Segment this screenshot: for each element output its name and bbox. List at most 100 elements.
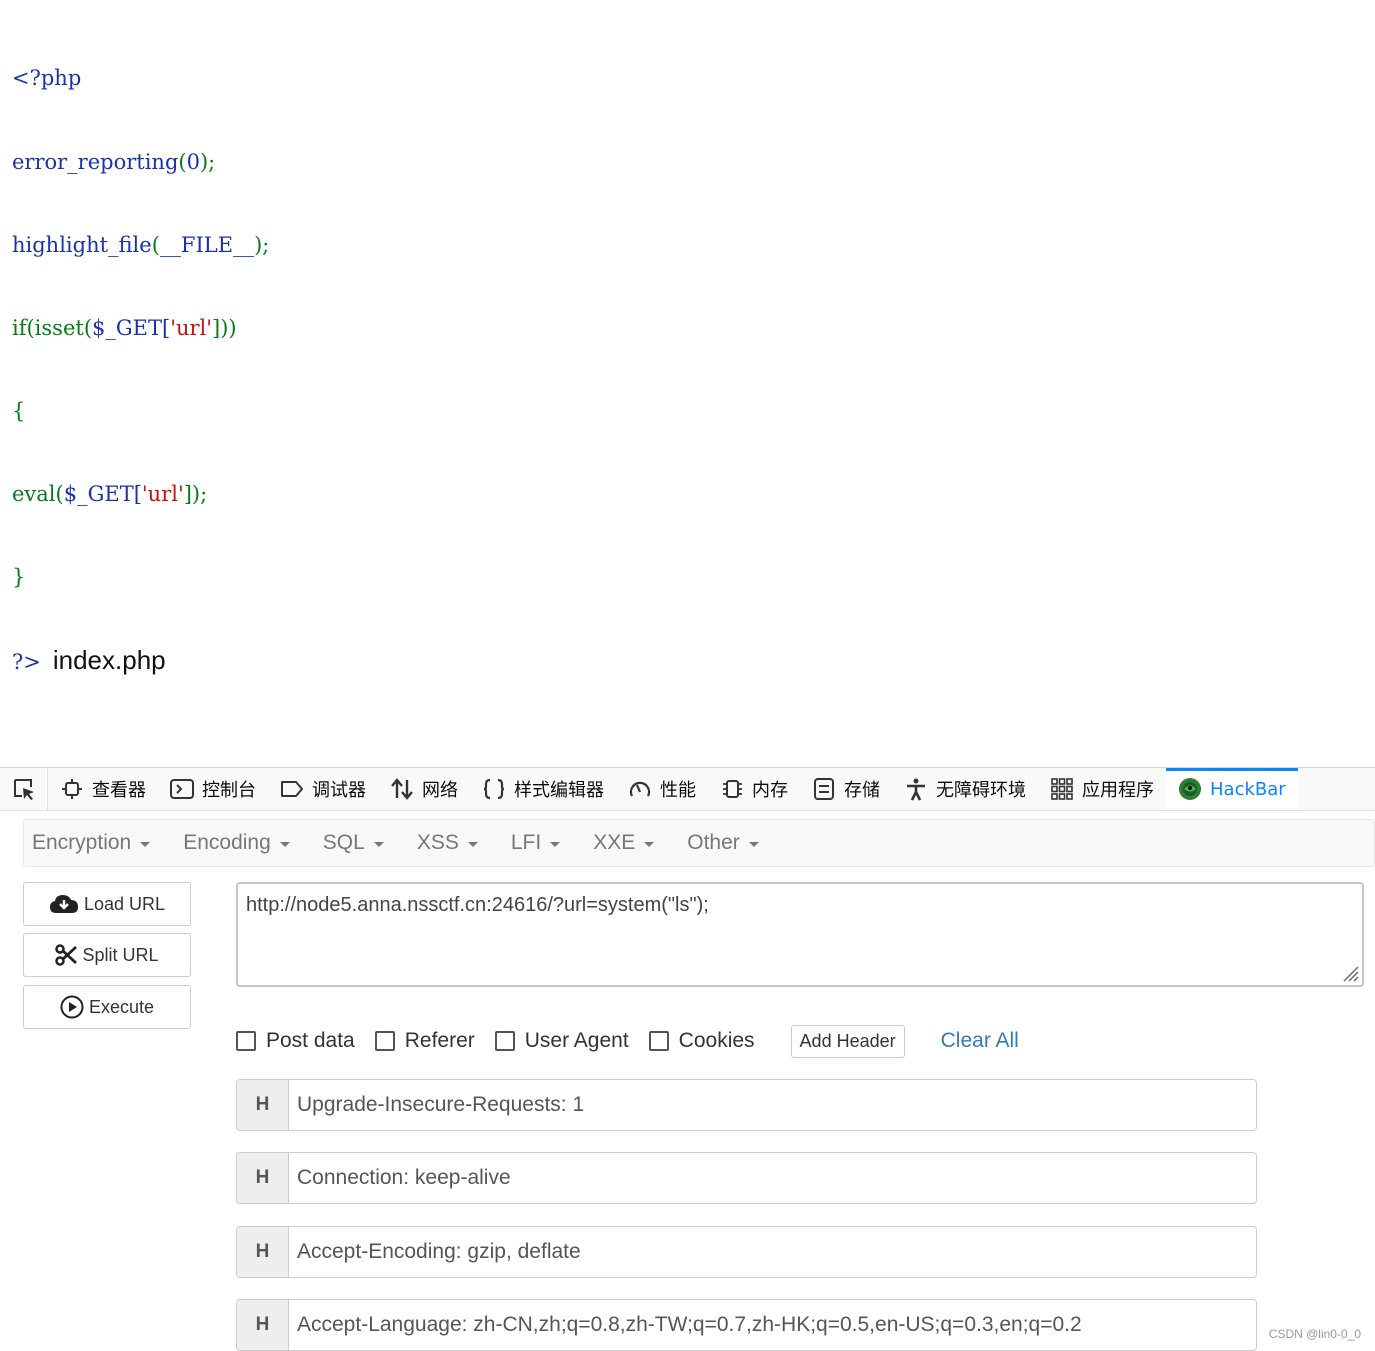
tab-application[interactable]: 应用程序: [1038, 768, 1166, 810]
tab-console[interactable]: 控制台: [158, 768, 268, 810]
tab-hackbar[interactable]: HackBar: [1166, 768, 1298, 810]
code-token: $_GET[: [92, 316, 170, 340]
menu-lfi[interactable]: LFI: [503, 831, 568, 855]
code-token: 0: [187, 150, 200, 174]
header-input[interactable]: Accept-Encoding: gzip, deflate: [289, 1227, 1256, 1277]
code-token: eval(: [12, 482, 64, 506]
option-label: Post data: [266, 1029, 355, 1053]
resize-grip-icon[interactable]: [1339, 962, 1359, 982]
header-input[interactable]: Accept-Language: zh-CN,zh;q=0.8,zh-TW;q=…: [289, 1300, 1256, 1350]
split-url-button[interactable]: Split URL: [23, 933, 191, 977]
script-output: index.php: [53, 645, 166, 675]
code-token: if(isset(: [12, 316, 92, 340]
header-tag[interactable]: H: [237, 1153, 289, 1203]
code-line-7: }: [12, 564, 269, 592]
php-close-tag: ?>: [12, 650, 41, 674]
tab-performance[interactable]: 性能: [616, 768, 708, 810]
tab-label: 应用程序: [1082, 776, 1154, 802]
user-agent-option[interactable]: User Agent: [495, 1029, 629, 1053]
menu-other[interactable]: Other: [679, 831, 767, 855]
code-token: error_reporting: [12, 150, 178, 174]
play-circle-icon: [60, 995, 84, 1019]
element-picker-icon: [11, 776, 37, 802]
user-agent-checkbox[interactable]: [495, 1031, 515, 1051]
menu-label: SQL: [323, 831, 365, 855]
tab-label: 存储: [844, 776, 880, 802]
inspector-icon: [60, 777, 84, 801]
console-icon: [170, 777, 194, 801]
code-token: {: [12, 399, 25, 423]
header-tag[interactable]: H: [237, 1227, 289, 1277]
execute-button[interactable]: Execute: [23, 985, 191, 1029]
php-source-view: <?php error_reporting(0); highlight_file…: [12, 10, 269, 702]
clear-all-link[interactable]: Clear All: [941, 1029, 1019, 1053]
post-data-checkbox[interactable]: [236, 1031, 256, 1051]
header-tag[interactable]: H: [237, 1300, 289, 1350]
option-label: User Agent: [525, 1029, 629, 1053]
php-open-tag: <?php: [12, 66, 81, 90]
header-input[interactable]: Upgrade-Insecure-Requests: 1: [289, 1080, 1256, 1130]
tab-label: 网络: [422, 776, 458, 802]
referer-checkbox[interactable]: [375, 1031, 395, 1051]
caret-down-icon: [644, 842, 654, 847]
hackbar-icon: [1178, 777, 1202, 801]
caret-down-icon: [550, 842, 560, 847]
caret-down-icon: [140, 842, 150, 847]
header-input[interactable]: Connection: keep-alive: [289, 1153, 1256, 1203]
code-line-6: eval($_GET['url']);: [12, 481, 269, 509]
tab-label: HackBar: [1210, 779, 1286, 800]
tab-debugger[interactable]: 调试器: [268, 768, 378, 810]
request-options-row: Post data Referer User Agent Cookies Add…: [236, 1024, 1019, 1058]
code-line-4: if(isset($_GET['url'])): [12, 315, 269, 343]
code-line-3: highlight_file(__FILE__);: [12, 232, 269, 260]
url-value: http://node5.anna.nssctf.cn:24616/?url=s…: [246, 894, 709, 916]
button-label: Split URL: [82, 945, 158, 966]
code-token: }: [12, 565, 25, 589]
debugger-icon: [280, 777, 304, 801]
style-editor-icon: [482, 777, 506, 801]
header-tag[interactable]: H: [237, 1080, 289, 1130]
code-token: );: [200, 150, 215, 174]
cloud-download-icon: [49, 893, 79, 915]
caret-down-icon: [749, 842, 759, 847]
tab-inspector[interactable]: 查看器: [48, 768, 158, 810]
menu-label: XXE: [593, 831, 635, 855]
option-label: Cookies: [679, 1029, 755, 1053]
tab-storage[interactable]: 存储: [800, 768, 892, 810]
caret-down-icon: [468, 842, 478, 847]
menu-xss[interactable]: XSS: [409, 831, 486, 855]
menu-encryption[interactable]: Encryption: [24, 831, 158, 855]
url-textarea[interactable]: http://node5.anna.nssctf.cn:24616/?url=s…: [236, 882, 1364, 987]
code-token: $_GET[: [64, 482, 142, 506]
tab-label: 无障碍环境: [936, 776, 1026, 802]
tab-label: 控制台: [202, 776, 256, 802]
add-header-button[interactable]: Add Header: [791, 1025, 905, 1058]
accessibility-icon: [904, 777, 928, 801]
memory-icon: [720, 777, 744, 801]
header-row: H Accept-Encoding: gzip, deflate: [236, 1226, 1257, 1278]
load-url-button[interactable]: Load URL: [23, 882, 191, 926]
tab-label: 样式编辑器: [514, 776, 604, 802]
tab-network[interactable]: 网络: [378, 768, 470, 810]
code-token: __FILE__: [160, 233, 254, 257]
cookies-option[interactable]: Cookies: [649, 1029, 755, 1053]
code-token: ]);: [184, 482, 207, 506]
referer-option[interactable]: Referer: [375, 1029, 475, 1053]
code-line-2: error_reporting(0);: [12, 149, 269, 177]
tab-style-editor[interactable]: 样式编辑器: [470, 768, 616, 810]
performance-icon: [628, 777, 652, 801]
tab-label: 调试器: [312, 776, 366, 802]
menu-xxe[interactable]: XXE: [585, 831, 662, 855]
code-token: (: [152, 233, 160, 257]
button-label: Load URL: [84, 894, 165, 915]
tab-accessibility[interactable]: 无障碍环境: [892, 768, 1038, 810]
tab-memory[interactable]: 内存: [708, 768, 800, 810]
tab-label: 内存: [752, 776, 788, 802]
menu-encoding[interactable]: Encoding: [175, 831, 298, 855]
menu-label: XSS: [417, 831, 459, 855]
post-data-option[interactable]: Post data: [236, 1029, 355, 1053]
menu-sql[interactable]: SQL: [315, 831, 392, 855]
element-picker-button[interactable]: [0, 768, 48, 810]
cookies-checkbox[interactable]: [649, 1031, 669, 1051]
code-line-1: <?php: [12, 65, 269, 93]
